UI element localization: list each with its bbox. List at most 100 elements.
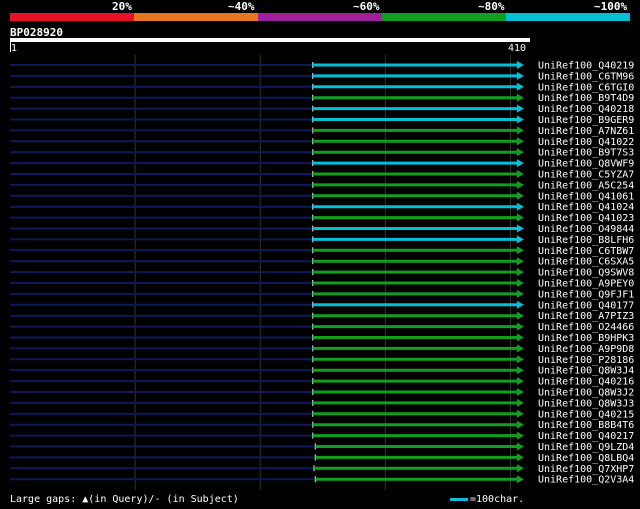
hit-label[interactable]: UniRef100_Q8LBQ4: [538, 453, 634, 464]
hit-row[interactable]: UniRef100_Q2V3A4: [10, 475, 634, 486]
hit-row[interactable]: UniRef100_Q40215: [10, 409, 634, 420]
hit-label[interactable]: UniRef100_Q40215: [538, 409, 634, 420]
hit-row[interactable]: UniRef100_Q41024: [10, 202, 634, 213]
hit-row[interactable]: UniRef100_C6TBW7: [10, 246, 634, 257]
hit-label[interactable]: UniRef100_Q41022: [538, 137, 634, 148]
hit-row[interactable]: UniRef100_Q9LZD4: [10, 442, 634, 453]
hit-label[interactable]: UniRef100_C6TM96: [538, 71, 634, 82]
hit-row[interactable]: UniRef100_A9PEY0: [10, 279, 634, 290]
query-start: 1: [11, 43, 18, 54]
hit-row[interactable]: UniRef100_A9P9D8: [10, 344, 634, 355]
legend-label-60: ~60%: [353, 0, 380, 13]
hit-label[interactable]: UniRef100_C6SXA5: [538, 257, 634, 268]
legend-swatch-red: [10, 13, 134, 21]
gaps-legend: Large gaps: ▲(in Query)/- (in Subject): [10, 494, 239, 505]
hit-arrow-icon: [517, 420, 524, 429]
query-ruler: [10, 38, 530, 42]
hit-row[interactable]: UniRef100_Q9SWV8: [10, 268, 634, 279]
hit-row[interactable]: UniRef100_A7NZ61: [10, 126, 634, 137]
hit-row[interactable]: UniRef100_Q40218: [10, 104, 634, 115]
hit-row[interactable]: UniRef100_B9T7S3: [10, 148, 634, 159]
hit-row[interactable]: UniRef100_Q40177: [10, 300, 634, 311]
hit-arrow-icon: [517, 71, 524, 80]
hit-label[interactable]: UniRef100_A9P9D8: [538, 344, 634, 355]
legend-label-20: 20%: [112, 0, 132, 13]
hit-row[interactable]: UniRef100_B9GER9: [10, 115, 634, 126]
hit-row[interactable]: UniRef100_Q8W3J3: [10, 398, 634, 409]
hit-label[interactable]: UniRef100_Q40177: [538, 300, 634, 311]
hit-row[interactable]: UniRef100_B8LFH6: [10, 235, 634, 246]
hit-arrow-icon: [517, 377, 524, 386]
hit-label[interactable]: UniRef100_O24466: [538, 322, 634, 333]
hit-label[interactable]: UniRef100_C6TGI0: [538, 82, 634, 93]
hit-label[interactable]: UniRef100_Q41023: [538, 213, 634, 224]
hit-row[interactable]: UniRef100_B8B4T6: [10, 420, 634, 431]
hit-label[interactable]: UniRef100_Q8W3J3: [538, 398, 634, 409]
hit-label[interactable]: UniRef100_B9T4D9: [538, 93, 634, 104]
hit-label[interactable]: UniRef100_Q40218: [538, 104, 634, 115]
hit-arrow-icon: [517, 333, 524, 342]
hit-label[interactable]: UniRef100_Q7XHP7: [538, 464, 634, 475]
hit-arrow-icon: [517, 311, 524, 320]
hit-row[interactable]: UniRef100_C6SXA5: [10, 257, 634, 268]
legend-swatch-green: [382, 13, 506, 21]
hit-row[interactable]: UniRef100_P28186: [10, 355, 634, 366]
hit-row[interactable]: UniRef100_Q8W3J2: [10, 388, 634, 399]
hit-arrow-icon: [517, 322, 524, 331]
hit-label[interactable]: UniRef100_B9HPK3: [538, 333, 634, 344]
hit-label[interactable]: UniRef100_B8LFH6: [538, 235, 634, 246]
hit-row[interactable]: UniRef100_Q41023: [10, 213, 634, 224]
hit-label[interactable]: UniRef100_O49844: [538, 224, 634, 235]
hit-label[interactable]: UniRef100_Q9FJF1: [538, 289, 634, 300]
hit-row[interactable]: UniRef100_O24466: [10, 322, 634, 333]
hit-arrow-icon: [517, 246, 524, 255]
hit-label[interactable]: UniRef100_C6TBW7: [538, 246, 634, 257]
hit-label[interactable]: UniRef100_Q41024: [538, 202, 634, 213]
hit-row[interactable]: UniRef100_B9T4D9: [10, 93, 634, 104]
hit-arrow-icon: [517, 93, 524, 102]
legend-label-100: ~100%: [594, 0, 628, 13]
hit-row[interactable]: UniRef100_A7PIZ3: [10, 311, 634, 322]
hit-label[interactable]: UniRef100_Q40219: [538, 61, 634, 72]
hit-row[interactable]: UniRef100_Q9FJF1: [10, 289, 634, 300]
hit-arrow-icon: [517, 344, 524, 353]
hit-arrow-icon: [517, 279, 524, 287]
hit-label[interactable]: UniRef100_B8B4T6: [538, 420, 634, 431]
hit-row[interactable]: UniRef100_C5YZA7: [10, 170, 634, 181]
hit-label[interactable]: UniRef100_Q8W3J4: [538, 366, 634, 377]
hit-row[interactable]: UniRef100_B9HPK3: [10, 333, 634, 344]
hit-row[interactable]: UniRef100_Q40217: [10, 431, 634, 442]
hit-label[interactable]: UniRef100_Q8VWF9: [538, 159, 634, 170]
hit-label[interactable]: UniRef100_B9T7S3: [538, 148, 634, 159]
hit-row[interactable]: UniRef100_Q40216: [10, 377, 634, 388]
hit-label[interactable]: UniRef100_Q8W3J2: [538, 388, 634, 399]
hit-label[interactable]: UniRef100_Q2V3A4: [538, 475, 634, 486]
hit-row[interactable]: UniRef100_C6TGI0: [10, 82, 634, 93]
hit-row[interactable]: UniRef100_Q8LBQ4: [10, 453, 634, 464]
hit-label[interactable]: UniRef100_Q40216: [538, 377, 634, 388]
hit-label[interactable]: UniRef100_A5C254: [538, 180, 634, 191]
hit-row[interactable]: UniRef100_Q41061: [10, 191, 634, 202]
hit-label[interactable]: UniRef100_P28186: [538, 355, 634, 366]
hit-arrow-icon: [517, 464, 524, 473]
hit-row[interactable]: UniRef100_Q41022: [10, 137, 634, 148]
hit-label[interactable]: UniRef100_Q41061: [538, 191, 634, 202]
hit-row[interactable]: UniRef100_Q40219: [10, 61, 634, 72]
hit-row[interactable]: UniRef100_C6TM96: [10, 71, 634, 82]
hit-row[interactable]: UniRef100_Q8W3J4: [10, 366, 634, 377]
hit-row[interactable]: UniRef100_O49844: [10, 224, 634, 235]
legend-label-80: ~80%: [478, 0, 505, 13]
hit-label[interactable]: UniRef100_Q40217: [538, 431, 634, 442]
query-end: 410: [508, 43, 527, 54]
hit-label[interactable]: UniRef100_Q9SWV8: [538, 268, 634, 279]
hit-label[interactable]: UniRef100_A9PEY0: [538, 279, 634, 290]
hit-label[interactable]: UniRef100_B9GER9: [538, 115, 634, 126]
hit-arrow-icon: [517, 355, 524, 364]
hit-label[interactable]: UniRef100_C5YZA7: [538, 170, 634, 181]
hit-label[interactable]: UniRef100_A7PIZ3: [538, 311, 634, 322]
hit-row[interactable]: UniRef100_Q7XHP7: [10, 464, 634, 475]
hit-label[interactable]: UniRef100_A7NZ61: [538, 126, 634, 137]
hit-label[interactable]: UniRef100_Q9LZD4: [538, 442, 634, 453]
hit-row[interactable]: UniRef100_Q8VWF9: [10, 159, 634, 170]
hit-row[interactable]: UniRef100_A5C254: [10, 180, 634, 191]
